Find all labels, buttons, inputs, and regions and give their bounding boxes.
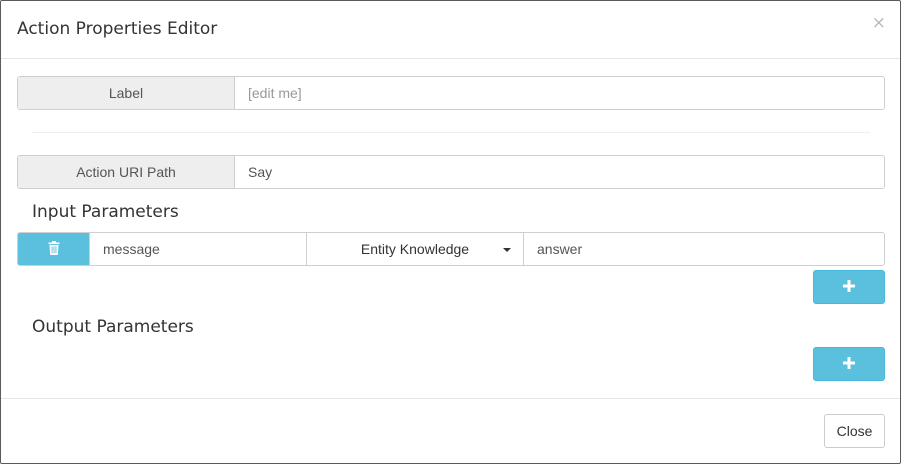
add-output-parameter-button[interactable] <box>813 347 885 381</box>
parameter-value-input[interactable]: answer <box>524 233 884 265</box>
close-icon[interactable]: × <box>872 15 886 32</box>
divider <box>32 132 870 133</box>
uri-input-group: Action URI Path Say <box>17 155 885 189</box>
input-parameters-heading: Input Parameters <box>32 202 179 222</box>
dialog-title: Action Properties Editor <box>17 19 218 39</box>
dialog-footer-divider <box>1 398 900 399</box>
add-input-parameter-button[interactable] <box>813 270 885 304</box>
delete-parameter-button[interactable] <box>18 233 90 265</box>
input-parameter-row: message Entity Knowledge answer <box>17 232 885 266</box>
parameter-type-select[interactable]: Entity Knowledge <box>307 233 524 265</box>
caret-down-icon <box>503 248 511 252</box>
close-button[interactable]: Close <box>824 414 885 448</box>
label-field-label: Label <box>18 77 235 109</box>
action-properties-dialog: Action Properties Editor × Label [edit m… <box>0 0 901 464</box>
parameter-name-input[interactable]: message <box>90 233 307 265</box>
label-input[interactable]: [edit me] <box>235 77 884 109</box>
plus-icon <box>843 279 855 295</box>
uri-input[interactable]: Say <box>235 156 884 188</box>
plus-icon <box>843 356 855 372</box>
trash-icon <box>48 240 60 258</box>
label-input-group: Label [edit me] <box>17 76 885 110</box>
dialog-header: Action Properties Editor × <box>1 1 900 59</box>
parameter-type-label: Entity Knowledge <box>360 241 470 257</box>
output-parameters-heading: Output Parameters <box>32 317 194 337</box>
uri-field-label: Action URI Path <box>18 156 235 188</box>
